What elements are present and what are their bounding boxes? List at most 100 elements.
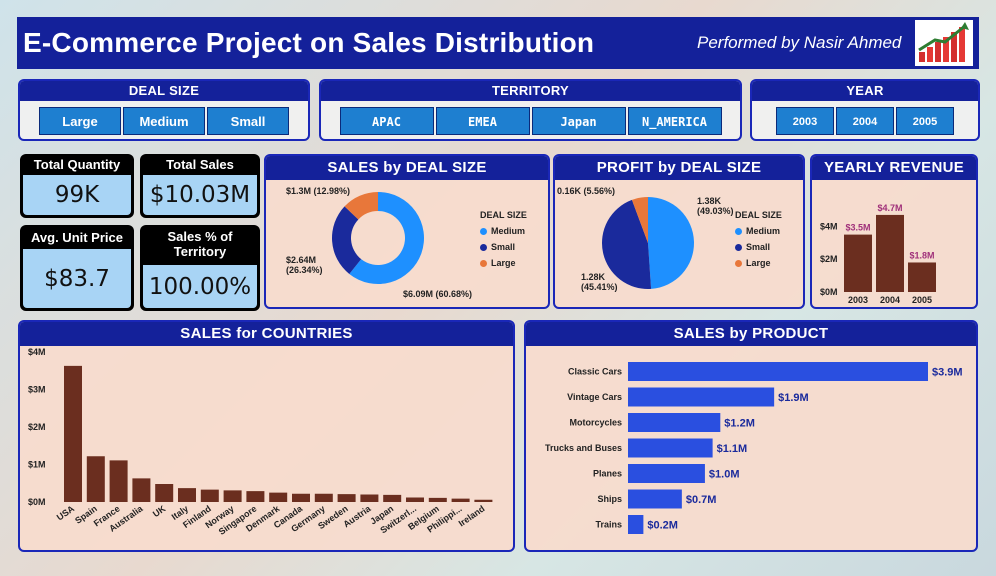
yearly-revenue-chart: $0M $2M $4M $3.5M 2003 $4.7M 2004 $1.8M 2005	[820, 203, 936, 305]
y-tick-label: $0M	[28, 497, 46, 507]
y-tick-label: $3M	[28, 385, 46, 395]
year-slicer: YEAR 2003 2004 2005	[750, 79, 980, 141]
y-tick-label: Trains	[595, 520, 622, 530]
year-slicer-title: YEAR	[752, 81, 978, 101]
kpi-total-quantity-label: Total Quantity	[33, 157, 121, 172]
legend-item-medium: Medium	[735, 226, 782, 236]
legend-item-medium: Medium	[480, 226, 527, 236]
bar-ships	[628, 489, 682, 509]
profit-by-deal-size-title: PROFIT by DEAL SIZE	[555, 156, 803, 180]
data-label: $0.2M	[647, 520, 678, 532]
bar-norway	[223, 490, 242, 502]
bar-austria	[360, 494, 379, 502]
dashboard-title: E-Commerce Project on Sales Distribution	[23, 27, 595, 58]
data-label: $1.9M	[778, 392, 809, 404]
y-tick-label: Motorcycles	[569, 418, 622, 428]
legend-label: Medium	[491, 226, 526, 236]
data-label: $1.8M	[909, 250, 934, 260]
year-option-2004[interactable]: 2004	[836, 107, 894, 135]
kpi-total-sales-label: Total Sales	[166, 157, 234, 172]
data-label: $1.3M (12.98%)	[286, 186, 350, 196]
kpi-avg-unit-price-value: $83.7	[23, 249, 131, 308]
author-credit: Performed by Nasir Ahmed	[697, 33, 902, 52]
growth-chart-icon	[915, 20, 973, 66]
data-label: 1.28K	[581, 272, 606, 282]
sales-deal-size-legend: DEAL SIZE Medium Small Large	[480, 210, 527, 268]
bar-australia	[132, 478, 151, 502]
deal-size-slicer: DEAL SIZE Large Medium Small	[18, 79, 310, 141]
data-label: $3.9M	[932, 367, 963, 379]
bar-singapore	[246, 491, 265, 502]
y-tick-label: $2M	[28, 422, 46, 432]
bar-italy	[178, 488, 196, 502]
sales-for-countries-panel: SALES for COUNTRIES $0M $1M $2M $3M $4M USA Sp…	[18, 320, 515, 552]
territory-option-emea[interactable]: EMEA	[435, 107, 530, 135]
y-tick-label: $0M	[820, 287, 838, 297]
territory-option-n-america[interactable]: N_AMERICA	[627, 107, 722, 135]
x-tick-label: UK	[151, 503, 168, 519]
data-label: (26.34%)	[286, 265, 323, 275]
bar-2003	[844, 234, 872, 292]
x-tick-label: 2003	[848, 295, 868, 305]
bar-spain	[86, 456, 105, 502]
legend-title: DEAL SIZE	[480, 210, 527, 220]
sales-by-product-title: SALES by PRODUCT	[526, 322, 976, 346]
bar-belgium	[428, 497, 447, 502]
bar-trucks-and-buses	[628, 438, 713, 458]
sales-for-countries-chart: $0M$1M$2M$3M$4MUSASpainFranceAustralia UK…	[28, 347, 493, 537]
x-tick-label: 2004	[880, 295, 900, 305]
deal-size-slicer-title: DEAL SIZE	[20, 81, 308, 101]
legend-label: Large	[746, 258, 771, 268]
bar-philippi...	[451, 498, 470, 502]
bar-2005	[908, 262, 936, 292]
yearly-revenue-title: YEARLY REVENUE	[812, 156, 976, 180]
sales-for-countries-title: SALES for COUNTRIES	[20, 322, 513, 346]
data-label: (45.41%)	[581, 282, 618, 292]
data-label: $2.64M	[286, 255, 316, 265]
sales-by-product-panel: SALES by PRODUCT Classic Cars $3.9M Vintag…	[524, 320, 978, 552]
kpi-sales-pct-label: Sales % of Territory	[167, 229, 233, 259]
y-tick-label: Planes	[593, 469, 622, 479]
sales-by-product-chart: Classic Cars $3.9M Vintage Cars $1.9M Motorc…	[545, 362, 963, 534]
kpi-total-quantity-value: 99K	[23, 175, 131, 215]
data-label: $0.7M	[686, 494, 717, 506]
profit-deal-size-legend: DEAL SIZE Medium Small Large	[735, 210, 782, 268]
kpi-total-sales: Total Sales $10.03M	[140, 154, 260, 218]
y-tick-label: Ships	[597, 494, 622, 504]
x-tick-label: Ireland	[457, 503, 487, 528]
data-label: 1.38K	[697, 196, 722, 206]
data-label: $1.2M	[724, 418, 755, 430]
year-option-2005[interactable]: 2005	[896, 107, 954, 135]
territory-option-apac[interactable]: APAC	[339, 107, 434, 135]
data-label: $4.7M	[877, 203, 902, 213]
bar-denmark	[269, 492, 288, 502]
sales-by-deal-size-title: SALES by DEAL SIZE	[266, 156, 548, 180]
bar-finland	[200, 489, 219, 502]
bar-ireland	[474, 499, 493, 502]
territory-option-japan[interactable]: Japan	[531, 107, 626, 135]
x-tick-label: USA	[55, 503, 77, 522]
data-label: $1.0M	[709, 469, 740, 481]
bar-japan	[383, 494, 402, 502]
data-label: $3.5M	[845, 223, 870, 233]
y-tick-label: $4M	[28, 347, 46, 357]
bar-canada	[292, 493, 310, 502]
kpi-avg-unit-price: Avg. Unit Price $83.7	[20, 225, 134, 311]
legend-label: Small	[746, 242, 771, 252]
bar-trains	[628, 515, 644, 534]
bar-vintage-cars	[628, 387, 775, 407]
bar-switzerl...	[406, 497, 424, 502]
y-tick-label: $4M	[820, 221, 838, 231]
bar-2004	[876, 214, 904, 292]
bar-uk	[155, 484, 174, 502]
legend-item-large: Large	[480, 258, 527, 268]
deal-size-option-large[interactable]: Large	[39, 107, 121, 135]
territory-slicer-title: TERRITORY	[321, 81, 740, 101]
y-tick-label: $2M	[820, 254, 838, 264]
deal-size-option-small[interactable]: Small	[207, 107, 289, 135]
legend-item-large: Large	[735, 258, 782, 268]
deal-size-option-medium[interactable]: Medium	[123, 107, 205, 135]
year-option-2003[interactable]: 2003	[776, 107, 834, 135]
kpi-sales-pct-territory: Sales % of Territory 100.00%	[140, 225, 260, 311]
data-label: $6.09M (60.68%)	[403, 289, 472, 299]
